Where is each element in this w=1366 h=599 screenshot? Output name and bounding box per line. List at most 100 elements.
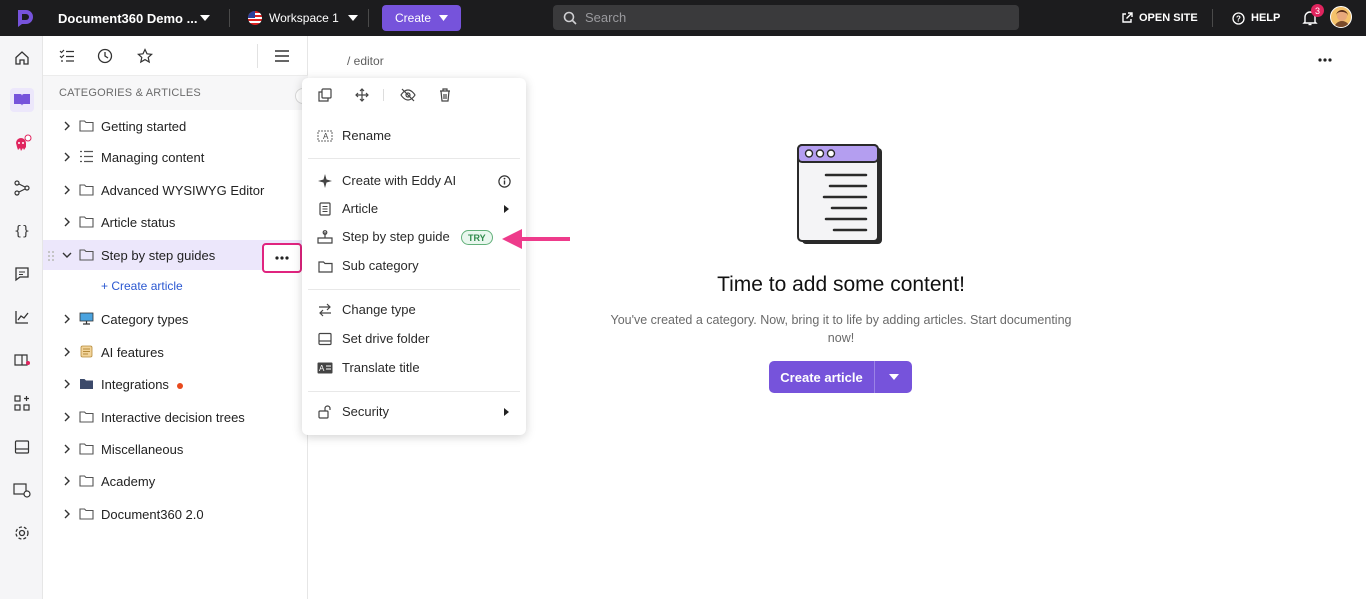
chevron-right-icon[interactable]: [61, 151, 73, 163]
tree-item[interactable]: Article status: [43, 207, 308, 237]
search-box[interactable]: [553, 5, 1019, 30]
tree-item[interactable]: Miscellaneous: [43, 434, 308, 464]
empty-state-title: Time to add some content!: [717, 273, 965, 296]
submenu-arrow-icon: [501, 405, 511, 419]
menu-item-label: Create with Eddy AI: [342, 173, 457, 188]
menu-item-translate-title[interactable]: A Translate title: [302, 354, 526, 382]
menu-item-rename[interactable]: A Rename: [302, 122, 526, 150]
tree-item-label: Step by step guides: [101, 247, 216, 263]
chevron-right-icon[interactable]: [61, 346, 73, 358]
menu-item-sub-category[interactable]: Sub category: [302, 252, 526, 280]
category-tree-panel: CATEGORIES & ARTICLES Getting started Man…: [43, 36, 309, 599]
widget-icon[interactable]: [10, 348, 34, 372]
hide-icon[interactable]: [400, 87, 416, 103]
delete-icon[interactable]: [437, 87, 453, 103]
tree-toolbar: [43, 36, 308, 76]
chevron-right-icon[interactable]: [61, 443, 73, 455]
chevron-right-icon[interactable]: [61, 475, 73, 487]
analytics-icon[interactable]: [10, 305, 34, 329]
translate-icon: A: [317, 360, 333, 376]
more-actions-button[interactable]: [262, 242, 302, 273]
divider: [229, 9, 230, 27]
move-icon[interactable]: [354, 87, 370, 103]
menu-item-step-by-step-guide[interactable]: Step by step guide TRY: [302, 223, 526, 251]
star-icon[interactable]: [135, 46, 155, 66]
portal-icon[interactable]: [10, 478, 34, 502]
tree-item[interactable]: Document360 2.0: [43, 499, 308, 529]
knowledge-base-icon[interactable]: [10, 88, 34, 112]
tree-item[interactable]: Getting started: [43, 111, 308, 141]
guide-icon: [317, 229, 333, 245]
menu-item-create-with-eddy-ai[interactable]: Create with Eddy AI: [302, 167, 526, 195]
workflow-icon[interactable]: [10, 176, 34, 200]
chevron-right-icon[interactable]: [61, 411, 73, 423]
menu-item-set-drive-folder[interactable]: Set drive folder: [302, 325, 526, 353]
tree-item[interactable]: Managing content: [43, 142, 308, 172]
rename-icon: A: [317, 128, 333, 144]
project-dropdown-icon[interactable]: [200, 0, 210, 36]
empty-state-description: You've created a category. Now, bring it…: [610, 313, 1072, 345]
search-input[interactable]: [585, 10, 1005, 25]
tree-item[interactable]: Category types: [43, 304, 308, 334]
tree-item[interactable]: AI features: [43, 337, 308, 367]
article-icon: [317, 201, 333, 217]
tree-item[interactable]: Integrations: [43, 369, 308, 399]
divider: [308, 158, 520, 159]
settings-icon[interactable]: [10, 521, 34, 545]
status-dot: [176, 382, 183, 389]
menu-item-security[interactable]: Security: [302, 398, 526, 426]
checklist-icon[interactable]: [57, 46, 77, 66]
chevron-right-icon[interactable]: [61, 378, 73, 390]
api-docs-icon[interactable]: {}: [10, 219, 34, 243]
copy-icon[interactable]: [317, 87, 333, 103]
tree-item-label: Advanced WYSIWYG Editor: [101, 182, 265, 198]
menu-item-change-type[interactable]: Change type: [302, 296, 526, 324]
tree-item-label: Integrations: [101, 377, 183, 392]
more-options-icon[interactable]: [1314, 52, 1336, 68]
drag-handle-icon[interactable]: [47, 249, 55, 262]
integrations-icon[interactable]: [10, 391, 34, 415]
feedback-icon[interactable]: [10, 262, 34, 286]
chevron-right-icon[interactable]: [61, 120, 73, 132]
chevron-right-icon[interactable]: [61, 216, 73, 228]
tree-item-label: Article status: [101, 215, 176, 231]
menu-item-label: Article: [342, 201, 379, 216]
eddy-ai-icon[interactable]: [10, 132, 34, 156]
document360-logo-icon[interactable]: [14, 0, 38, 36]
menu-toolbar: [302, 78, 526, 112]
create-article-button[interactable]: Create article: [769, 361, 875, 393]
chevron-right-icon[interactable]: [61, 313, 73, 325]
divider: [368, 9, 369, 27]
open-site-link[interactable]: OPEN SITE: [1121, 0, 1198, 36]
folder-icon: [317, 258, 333, 274]
menu-icon[interactable]: [272, 46, 292, 66]
avatar[interactable]: [1330, 6, 1352, 28]
menu-item-article[interactable]: Article: [302, 195, 526, 223]
chevron-right-icon[interactable]: [61, 184, 73, 196]
drive-icon[interactable]: [10, 435, 34, 459]
tree-item[interactable]: Step by step guides: [43, 239, 308, 273]
lock-icon: [317, 404, 333, 420]
tree-item-label: Category types: [101, 312, 189, 328]
help-button[interactable]: ? HELP: [1232, 0, 1280, 36]
workspace-selector[interactable]: Workspace 1: [248, 0, 358, 36]
home-icon[interactable]: [10, 46, 34, 70]
breadcrumb[interactable]: / editor: [347, 54, 384, 68]
info-icon[interactable]: [497, 174, 511, 188]
project-name[interactable]: Document360 Demo ...: [58, 0, 197, 36]
divider: [257, 44, 258, 68]
chevron-down-icon[interactable]: [61, 249, 73, 261]
submenu-arrow-icon: [501, 202, 511, 216]
tree-item[interactable]: Interactive decision trees: [43, 402, 308, 432]
chevron-right-icon[interactable]: [61, 508, 73, 520]
tree-item[interactable]: Advanced WYSIWYG Editor: [43, 175, 308, 205]
external-link-icon: [1122, 12, 1133, 23]
create-article-dropdown-icon[interactable]: [875, 361, 912, 393]
recent-clock-icon[interactable]: [95, 46, 115, 66]
notifications-button[interactable]: 3: [1302, 0, 1324, 36]
tree-item-label: Document360 2.0: [101, 506, 204, 522]
create-article-link[interactable]: + Create article: [101, 279, 183, 293]
folder-icon: [79, 183, 94, 197]
tree-item[interactable]: Academy: [43, 466, 308, 496]
create-button[interactable]: Create: [382, 5, 461, 31]
